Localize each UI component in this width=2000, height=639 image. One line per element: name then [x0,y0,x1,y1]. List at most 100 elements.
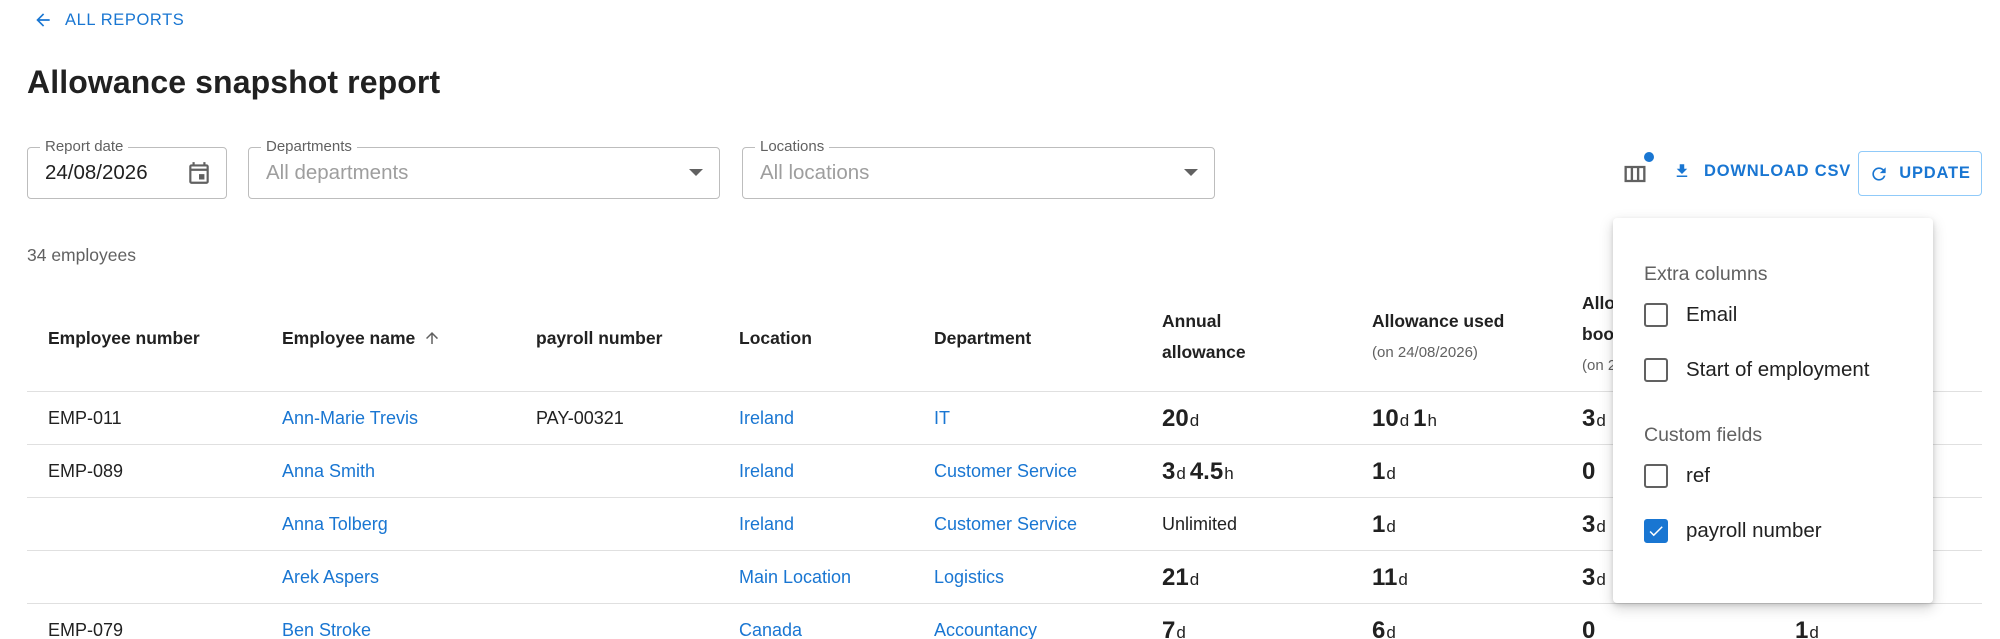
cell-annual-allowance-text: Unlimited [1162,514,1238,534]
download-csv-label: DOWNLOAD CSV [1704,161,1852,180]
all-reports-link[interactable]: ALL REPORTS [33,10,184,30]
checkbox-payroll-number[interactable]: payroll number [1644,519,1822,543]
checkbox-payroll-number-label: payroll number [1686,519,1822,542]
cell-annual-allowance: 20d [1162,392,1203,445]
cell-extra-allowance-unit: d [1809,623,1819,639]
locations-label: Locations [755,138,830,156]
checkbox-ref-box[interactable] [1644,464,1668,488]
cell-allowance-booked: 3d [1582,498,1610,551]
header-annual-line2: allowance [1162,342,1246,362]
report-date-value: 24/08/2026 [45,161,148,184]
locations-select[interactable]: Locations All locations [742,138,1215,199]
report-date-field[interactable]: Report date 24/08/2026 [27,138,227,199]
header-annual-allowance[interactable]: Annual allowance [1162,306,1246,368]
report-date-label: Report date [40,138,129,156]
cell-annual-allowance-value: 3 [1162,458,1176,485]
cell-employee-name[interactable]: Anna Smith [282,445,375,498]
checkbox-email[interactable]: Email [1644,303,1737,327]
cell-allowance-used: 6d [1372,604,1400,639]
cell-annual-allowance-unit: d [1189,570,1200,589]
download-csv-button[interactable]: DOWNLOAD CSV [1672,160,1851,182]
cell-allowance-booked-unit: d [1596,570,1606,589]
cell-allowance-used-value: 1 [1372,458,1386,485]
checkbox-payroll-number-box[interactable] [1644,519,1668,543]
checkbox-email-label: Email [1686,303,1738,326]
table-row[interactable]: EMP-079 Ben Stroke Canada Accountancy 7d 6d 0 1… [27,604,1982,639]
cell-allowance-used-unit: h [1427,411,1437,430]
columns-icon[interactable] [1620,160,1650,188]
header-annual-line1: Annual [1162,311,1222,331]
columns-popover: Extra columns Email Start of employment … [1613,218,1933,603]
header-employee-name-label: Employee name [282,328,416,348]
cell-allowance-used-unit: d [1399,411,1410,430]
update-button[interactable]: UPDATE [1858,151,1982,196]
arrow-up-icon [426,332,439,344]
cell-location[interactable]: Ireland [739,392,794,445]
header-booked-line2: boo [1582,324,1615,344]
cell-department[interactable]: IT [934,392,950,445]
header-location[interactable]: Location [739,323,812,354]
cell-department[interactable]: Accountancy [934,604,1037,639]
checkbox-start-of-employment[interactable]: Start of employment [1644,358,1869,382]
header-employee-number[interactable]: Employee number [48,323,200,354]
header-payroll-number[interactable]: payroll number [536,323,662,354]
header-allowance-booked[interactable]: Allo boo (on 2 [1582,288,1616,376]
cell-allowance-used-unit: d [1398,570,1408,589]
checkbox-start-of-employment-box[interactable] [1644,358,1668,382]
cell-location[interactable]: Main Location [739,551,851,604]
locations-placeholder: All locations [760,161,870,184]
checkbox-ref-label: ref [1686,464,1710,487]
chevron-down-icon [689,169,703,176]
cell-allowance-used: 11d [1372,551,1412,604]
cell-annual-allowance-value: 21 [1162,564,1189,591]
cell-department[interactable]: Logistics [934,551,1004,604]
cell-allowance-booked-unit: d [1596,517,1606,536]
cell-allowance-used-unit: d [1386,623,1396,639]
cell-allowance-used-value: 6 [1372,617,1386,639]
cell-allowance-booked: 0 [1582,445,1595,498]
cell-allowance-booked-value: 0 [1582,458,1596,485]
header-department[interactable]: Department [934,323,1031,354]
cell-annual-allowance-unit: h [1224,464,1234,483]
checkbox-ref[interactable]: ref [1644,464,1710,488]
header-booked-line1: Allo [1582,293,1616,313]
calendar-icon[interactable] [186,160,212,186]
cell-allowance-used-value: 10 [1372,405,1399,432]
checkbox-start-of-employment-label: Start of employment [1686,358,1870,381]
cell-extra-allowance: 1d [1795,604,1823,639]
cell-allowance-used: 1d [1372,498,1400,551]
cell-annual-allowance-unit: d [1176,623,1186,639]
cell-allowance-used: 1d [1372,445,1400,498]
cell-annual-allowance-value: 7 [1162,617,1176,639]
cell-allowance-used-unit: d [1386,517,1396,536]
cell-location[interactable]: Canada [739,604,802,639]
header-used-label: Allowance used [1372,311,1505,331]
cell-department[interactable]: Customer Service [934,498,1077,551]
cell-employee-name[interactable]: Ann-Marie Trevis [282,392,418,445]
departments-select[interactable]: Departments All departments [248,138,720,199]
all-reports-label: ALL REPORTS [65,10,185,29]
cell-annual-allowance-value: 4.5 [1189,458,1224,485]
header-allowance-used[interactable]: Allowance used (on 24/08/2026) [1372,306,1504,363]
cell-department[interactable]: Customer Service [934,445,1077,498]
cell-employee-name[interactable]: Arek Aspers [282,551,379,604]
cell-allowance-booked: 0 [1582,604,1595,639]
refresh-icon [1872,166,1886,181]
cell-annual-allowance: 21d [1162,551,1203,604]
cell-allowance-used: 10d 1h [1372,392,1441,445]
cell-location[interactable]: Ireland [739,445,794,498]
cell-allowance-booked-value: 3 [1582,511,1596,538]
cell-allowance-booked-unit: d [1596,411,1606,430]
cell-annual-allowance: Unlimited [1162,498,1237,551]
cell-annual-allowance-unit: d [1189,411,1200,430]
cell-allowance-used-value: 1 [1413,405,1427,432]
header-employee-name[interactable]: Employee name [282,323,441,354]
departments-placeholder: All departments [266,161,409,184]
cell-location[interactable]: Ireland [739,498,794,551]
cell-employee-name[interactable]: Anna Tolberg [282,498,388,551]
cell-employee-name[interactable]: Ben Stroke [282,604,371,639]
cell-annual-allowance: 7d [1162,604,1190,639]
cell-allowance-used-value: 1 [1372,511,1386,538]
checkbox-email-box[interactable] [1644,303,1668,327]
update-label: UPDATE [1899,164,1971,182]
